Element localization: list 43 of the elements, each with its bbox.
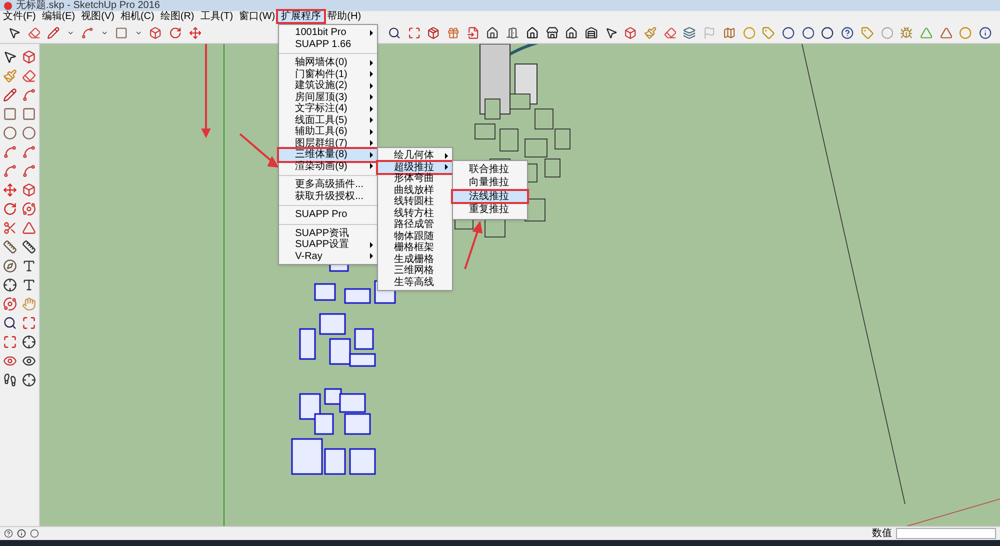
menu-item[interactable]: 辅助工具(6): [279, 126, 378, 138]
menu-item[interactable]: 栅格框架: [378, 242, 452, 254]
menu-bar-item[interactable]: 相机(C): [117, 11, 158, 22]
menu-bar-item[interactable]: 视图(V): [78, 11, 118, 22]
menu-item[interactable]: 路径成管: [378, 219, 452, 230]
menu-bar-item[interactable]: 编辑(E): [38, 11, 78, 22]
menu-item[interactable]: 建筑设施(2): [279, 80, 378, 92]
menu-item[interactable]: 线转方柱: [378, 208, 452, 219]
menu-item[interactable]: 曲线放样: [378, 184, 452, 196]
menu-item[interactable]: 轴网墙体(0): [279, 57, 378, 68]
menu-bar-item[interactable]: 工具(T): [197, 11, 236, 22]
menu-item[interactable]: 三维体量(8): [279, 149, 378, 160]
menu-item[interactable]: 文字标注(4): [279, 103, 378, 114]
menu-item[interactable]: 线转圆柱: [378, 196, 452, 208]
menu-bar-item[interactable]: 帮助(H): [324, 11, 364, 22]
menu-item[interactable]: V-Ray: [279, 250, 378, 262]
menu-bar-item[interactable]: 文件(F): [0, 11, 39, 22]
measurements-label: 数值: [872, 528, 892, 540]
menu-item[interactable]: 三维网格: [378, 265, 452, 276]
menu-item[interactable]: 生等高线: [378, 276, 452, 288]
menu-item[interactable]: 线面工具(5): [279, 114, 378, 126]
menu-item[interactable]: 更多高级插件...: [279, 179, 378, 190]
menu-bar-item[interactable]: 窗口(W): [236, 11, 278, 22]
menu-item[interactable]: SUAPP 1.66: [279, 38, 378, 50]
menu-item[interactable]: 向量推拉: [453, 177, 528, 188]
menu-item[interactable]: 1001bit Pro: [279, 27, 378, 38]
menu-item[interactable]: 重复推拉: [453, 204, 528, 216]
menu-item[interactable]: 房间屋顶(3): [279, 92, 378, 103]
menu-item[interactable]: 门窗构件(1): [279, 68, 378, 80]
menu-item[interactable]: 形体弯曲: [378, 173, 452, 184]
menu-item[interactable]: 生成栅格: [378, 254, 452, 265]
window-title: 无标题.skp - SketchUp Pro 2016: [16, 0, 160, 11]
menu-item[interactable]: 联合推拉: [453, 164, 528, 175]
menu-bar-item[interactable]: 绘图(R): [157, 11, 198, 22]
menu-item[interactable]: SUAPP Pro: [279, 209, 378, 220]
menu-item[interactable]: 法线推拉: [453, 190, 528, 202]
menu-item[interactable]: SUAPP资讯: [279, 228, 378, 239]
menu-item[interactable]: SUAPP设置: [279, 239, 378, 250]
menu-item[interactable]: 超级推拉: [378, 162, 452, 173]
menu-item[interactable]: 物体跟随: [378, 230, 452, 242]
menu-bar-item[interactable]: 扩展程序: [278, 11, 324, 22]
menu-item[interactable]: 获取升级授权...: [279, 190, 378, 202]
menu-item[interactable]: 渲染动画(9): [279, 160, 378, 172]
